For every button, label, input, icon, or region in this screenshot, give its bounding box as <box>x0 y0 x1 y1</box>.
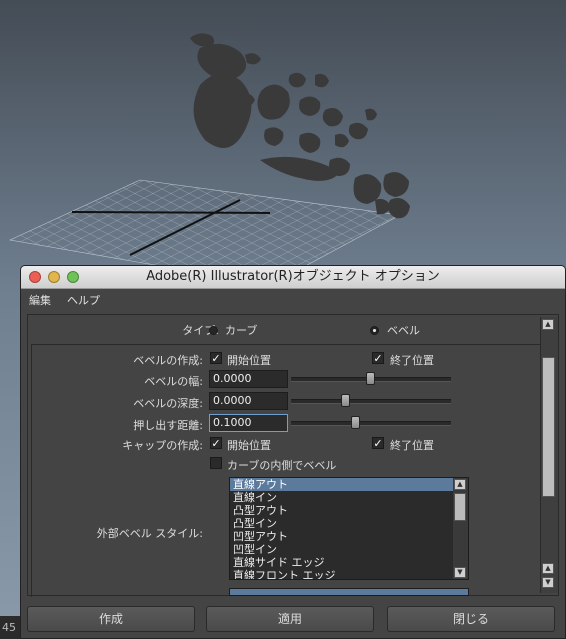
apply-button[interactable]: 適用 <box>206 606 374 632</box>
options-dialog: Adobe(R) Illustrator(R)オブジェクト オプション 編集 ヘ… <box>20 265 566 639</box>
bevel-depth-label: ベベルの深度: <box>133 397 203 410</box>
type-label: タイプ: <box>182 324 219 337</box>
inner-curve-bevel-checkbox[interactable] <box>210 457 222 469</box>
list-item[interactable]: 凸型アウト <box>230 504 468 517</box>
menu-edit[interactable]: 編集 <box>29 292 51 308</box>
create-button[interactable]: 作成 <box>27 606 195 632</box>
list-scroll-thumb[interactable] <box>454 493 466 521</box>
type-bevel-radio[interactable] <box>370 326 379 335</box>
scroll-up-arrow-icon[interactable]: ▲ <box>454 479 466 490</box>
options-scroll-thumb[interactable] <box>542 357 555 497</box>
bevel-create-label: ベベルの作成: <box>133 354 203 367</box>
cap-create-end-label: 終了位置 <box>390 439 434 452</box>
scroll-down-arrow-icon[interactable]: ▼ <box>454 567 466 578</box>
list-scrollbar[interactable]: ▲ ▼ <box>453 478 468 579</box>
menu-bar: 編集 ヘルプ <box>21 289 565 309</box>
outer-bevel-style-list[interactable]: 直線アウト 直線イン 凸型アウト 凸型イン 凹型アウト 凹型イン 直線サイド エ… <box>229 477 469 580</box>
outer-bevel-style-label: 外部ベベル スタイル: <box>96 527 203 540</box>
cap-create-label: キャップの作成: <box>122 439 203 452</box>
bevel-width-field[interactable]: 0.0000 <box>209 370 288 388</box>
extrude-distance-slider-track[interactable] <box>291 421 451 426</box>
scroll-up-arrow-icon[interactable]: ▲ <box>542 319 554 330</box>
menu-help[interactable]: ヘルプ <box>67 292 100 308</box>
list-item[interactable]: 凹型イン <box>230 543 468 556</box>
bevel-create-start-label: 開始位置 <box>227 354 271 367</box>
cap-create-start-label: 開始位置 <box>227 439 271 452</box>
scroll-up-arrow-icon[interactable]: ▲ <box>542 563 554 574</box>
scroll-down-arrow-icon[interactable]: ▼ <box>542 577 554 588</box>
inner-bevel-style-list[interactable] <box>229 588 469 596</box>
bevel-depth-slider-thumb[interactable] <box>341 394 350 407</box>
cap-create-start-checkbox[interactable]: ✓ <box>210 437 222 449</box>
list-item[interactable]: 直線イン <box>230 491 468 504</box>
list-item[interactable]: 直線サイド エッジ <box>230 556 468 569</box>
extrude-distance-field[interactable]: 0.1000 <box>209 414 288 432</box>
type-curve-label: カーブ <box>225 324 258 337</box>
list-item[interactable]: 凸型イン <box>230 517 468 530</box>
extrude-distance-label: 押し出す距離: <box>133 419 203 432</box>
bevel-width-label: ベベルの幅: <box>144 375 203 388</box>
close-button[interactable]: 閉じる <box>387 606 555 632</box>
imported-illustrator-object <box>190 33 410 219</box>
list-item[interactable]: 直線アウト <box>230 478 468 491</box>
inner-curve-bevel-label: カーブの内側でベベル <box>227 459 337 472</box>
bevel-depth-field[interactable]: 0.0000 <box>209 392 288 410</box>
cap-create-end-checkbox[interactable]: ✓ <box>372 437 384 449</box>
grid-axis-x <box>71 211 271 214</box>
title-bar[interactable]: Adobe(R) Illustrator(R)オブジェクト オプション <box>21 266 565 289</box>
type-curve-radio[interactable] <box>209 326 218 335</box>
options-scrollbar[interactable]: ▲ ▲ ▼ <box>540 317 558 593</box>
bevel-depth-slider-track[interactable] <box>291 399 451 404</box>
list-item[interactable]: 凹型アウト <box>230 530 468 543</box>
list-item[interactable]: 直線フロント エッジ <box>230 569 468 579</box>
bevel-create-end-checkbox[interactable]: ✓ <box>372 352 384 364</box>
extrude-distance-slider-thumb[interactable] <box>351 416 360 429</box>
bevel-create-end-label: 終了位置 <box>390 354 434 367</box>
bevel-create-start-checkbox[interactable]: ✓ <box>210 352 222 364</box>
bevel-width-slider-thumb[interactable] <box>366 372 375 385</box>
window-title: Adobe(R) Illustrator(R)オブジェクト オプション <box>146 269 440 284</box>
viewport-corner-number: 45 <box>0 616 22 639</box>
type-bevel-label: ベベル <box>387 324 420 337</box>
